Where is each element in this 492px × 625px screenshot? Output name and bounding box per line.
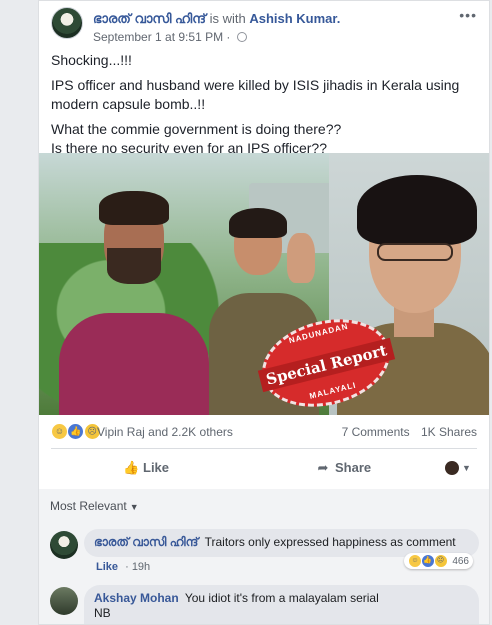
like-button[interactable]: 👍 Like	[123, 460, 169, 476]
comment-sort-dropdown[interactable]: Most Relevant ▼	[50, 499, 139, 513]
comment-reactions[interactable]: ☺ 👍 ☹ 466	[403, 553, 473, 569]
sad-icon: ☹	[433, 554, 448, 568]
audience-selector[interactable]: ▼	[445, 459, 471, 475]
shares-count[interactable]: 1K Shares	[421, 425, 477, 439]
share-arrow-icon: ➦	[317, 460, 329, 475]
post-author-line: ഭാരത് വാസി ഹിന്ദ് is with Ashish Kumar.	[93, 11, 340, 27]
comment-text: You idiot it's from a malayalam serial	[184, 591, 379, 605]
commenter-avatar[interactable]	[50, 531, 78, 559]
more-options-icon[interactable]: •••	[459, 7, 477, 23]
thumbs-up-icon: 👍	[123, 460, 140, 475]
like-icon: 👍	[67, 423, 85, 440]
comment-item: Akshay Mohan You idiot it's from a malay…	[50, 585, 479, 624]
image-man-hair	[99, 191, 169, 225]
author-avatar[interactable]	[51, 7, 83, 39]
image-man-beard	[107, 248, 161, 284]
like-label: Like	[143, 460, 170, 475]
reaction-names[interactable]: Vipin Raj and 2.2K others	[97, 425, 233, 439]
divider-top	[51, 448, 477, 449]
post-image[interactable]: NADUNADAN Special Report MALAYALI	[39, 153, 489, 415]
image-officer-hair	[229, 208, 287, 238]
share-button[interactable]: ➦ Share	[315, 460, 372, 476]
like-icon: 👍	[420, 554, 435, 568]
post-text: Shocking...!!! IPS officer and husband w…	[51, 51, 477, 164]
reactions-summary: ☺ 👍 ☹ Vipin Raj and 2.2K others 7 Commen…	[51, 423, 477, 443]
comment-text: Traitors only expressed happiness as com…	[204, 535, 456, 549]
globe-icon	[236, 32, 247, 42]
comment-time[interactable]: 19h	[132, 561, 150, 573]
with-text: is with	[209, 11, 246, 26]
haha-icon: ☺	[407, 554, 422, 568]
author-name[interactable]: ഭാരത് വാസി ഹിന്ദ്	[93, 11, 206, 26]
comment-reaction-count: 466	[452, 555, 469, 567]
post-text-line-1: Shocking...!!!	[51, 52, 132, 68]
post-meta: September 1 at 9:51 PM ·	[93, 30, 247, 44]
comment-author[interactable]: ഭാരത് വാസി ഹിന്ദ്	[94, 535, 198, 549]
commenter-avatar[interactable]	[50, 587, 78, 615]
image-man-shirt	[59, 313, 209, 415]
image-portrait-glasses	[377, 243, 453, 261]
haha-icon: ☺	[51, 423, 68, 440]
user-avatar	[445, 460, 459, 475]
reaction-icons[interactable]: ☺ 👍 ☹	[51, 423, 101, 441]
post-text-line-2: IPS officer and husband were killed by I…	[51, 77, 460, 112]
post-card: ഭാരത് വാസി ഹിന്ദ് is with Ashish Kumar. …	[38, 0, 490, 625]
image-officer-hand	[287, 233, 315, 283]
tagged-person[interactable]: Ashish Kumar.	[249, 11, 340, 26]
post-timestamp[interactable]: September 1 at 9:51 PM	[93, 30, 223, 44]
post-actions: 👍 Like ➦ Share ▼	[39, 455, 489, 483]
share-label: Share	[335, 460, 372, 475]
comment-meta: Like · 19h	[96, 561, 151, 573]
chevron-down-icon: ▼	[462, 462, 471, 473]
comment-like-button[interactable]: Like	[96, 561, 118, 573]
post-counts: 7 Comments 1K Shares	[334, 425, 477, 439]
comment-item: ഭാരത് വാസി ഹിന്ദ് Traitors only expresse…	[50, 529, 479, 579]
sort-label: Most Relevant	[50, 499, 127, 513]
comment-bubble: Akshay Mohan You idiot it's from a malay…	[84, 585, 479, 624]
comment-author[interactable]: Akshay Mohan	[94, 591, 179, 605]
comment-text-line-2: NB	[94, 606, 111, 620]
chevron-down-icon: ▼	[129, 501, 139, 512]
comments-count[interactable]: 7 Comments	[342, 425, 410, 439]
comments-section: Most Relevant ▼ ഭാരത് വാസി ഹിന്ദ് Traitor…	[39, 489, 489, 624]
post-header: ഭാരത് വാസി ഹിന്ദ് is with Ashish Kumar. …	[51, 5, 479, 45]
image-portrait-hair	[357, 175, 477, 245]
